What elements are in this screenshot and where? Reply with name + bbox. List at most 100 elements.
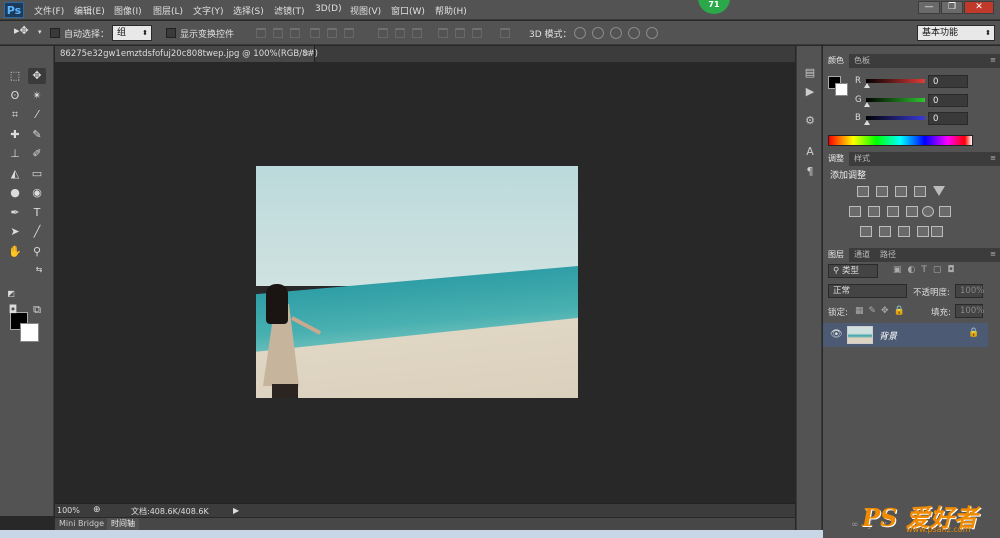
black-white-icon[interactable] [887,206,899,217]
quick-mask-icon[interactable]: ◘ [4,302,22,318]
tab-styles[interactable]: 样式 [849,152,875,166]
zoom-tool-icon[interactable]: ⚲ [28,244,46,260]
align-vcenter-icon[interactable] [273,28,283,38]
selective-color-icon[interactable] [917,226,929,237]
align-hcenter-icon[interactable] [327,28,337,38]
invert-icon[interactable] [860,226,872,237]
scale-3d-icon[interactable] [646,27,658,39]
tab-mini-bridge[interactable]: Mini Bridge [55,518,108,530]
menu-edit[interactable]: 编辑(E) [74,4,105,17]
slider-handle-icon[interactable] [864,83,870,88]
threshold-icon[interactable] [898,226,910,237]
tool-preset-chevron-icon[interactable]: ▾ [38,28,42,36]
color-bg-swatch[interactable] [835,83,848,96]
align-left-icon[interactable] [310,28,320,38]
layer-filter-dropdown[interactable]: ⚲ 类型 [828,264,878,278]
pan-3d-icon[interactable] [610,27,622,39]
menu-select[interactable]: 选择(S) [233,4,264,17]
blur-tool-icon[interactable]: ● [6,185,24,201]
menu-file[interactable]: 文件(F) [34,4,64,17]
tab-paths[interactable]: 路径 [875,248,901,262]
character-panel-icon[interactable]: A [803,145,817,159]
tab-layers[interactable]: 图层 [823,248,849,262]
blend-mode-dropdown[interactable]: 正常 [828,284,907,298]
color-balance-icon[interactable] [868,206,880,217]
path-selection-tool-icon[interactable]: ➤ [6,224,24,240]
tab-channels[interactable]: 通道 [849,248,875,262]
line-tool-icon[interactable]: ╱ [28,224,46,240]
paragraph-panel-icon[interactable]: ¶ [803,165,817,179]
exposure-icon[interactable] [914,186,926,197]
background-color-swatch[interactable] [20,323,39,342]
document-image[interactable] [256,166,578,398]
panel-menu-icon[interactable]: ≡ [990,250,996,258]
roll-3d-icon[interactable] [592,27,604,39]
tab-color[interactable]: 颜色 [823,54,849,68]
color-lookup-icon[interactable] [939,206,951,217]
crop-tool-icon[interactable]: ⌗ [6,107,24,123]
lock-options-icons[interactable]: ▦✎✥🔒 [855,306,910,316]
status-info-icon[interactable]: ⊕ [93,505,101,515]
history-panel-icon[interactable]: ▤ [803,66,817,80]
eye-icon[interactable]: 👁 [830,329,843,340]
pen-tool-icon[interactable]: ✒ [6,205,24,221]
layer-filter-type-icons[interactable]: ▣◐T▢◘ [893,265,960,275]
tab-swatches[interactable]: 色板 [849,54,875,68]
rotate-3d-icon[interactable] [574,27,586,39]
menu-layer[interactable]: 图层(L) [153,4,183,17]
distribute-right-icon[interactable] [472,28,482,38]
brush-tool-icon[interactable]: ✎ [28,127,46,143]
slider-handle-icon[interactable] [864,102,870,107]
menu-filter[interactable]: 滤镜(T) [274,4,305,17]
zoom-level[interactable]: 100% [57,506,80,515]
gradient-map-icon[interactable] [931,226,943,237]
properties-panel-icon[interactable]: ⚙ [803,114,817,128]
actions-panel-icon[interactable]: ▶ [803,85,817,99]
slide-3d-icon[interactable] [628,27,640,39]
close-button[interactable]: ✕ [964,1,994,14]
clone-stamp-tool-icon[interactable]: ⊥ [6,146,24,162]
magic-wand-tool-icon[interactable]: ✴ [28,88,46,104]
eraser-tool-icon[interactable]: ◭ [6,166,24,182]
channel-r-slider[interactable] [866,79,925,83]
panel-menu-icon[interactable]: ≡ [990,154,996,162]
type-tool-icon[interactable]: T [28,205,46,221]
screen-mode-icon[interactable]: ⧉ [28,302,46,318]
status-menu-arrow-icon[interactable]: ▶ [233,506,239,515]
auto-select-checkbox[interactable] [50,28,60,38]
close-icon[interactable]: × [302,46,310,62]
swap-colors-icon[interactable]: ⇆ [30,262,48,278]
default-colors-icon[interactable]: ◩ [2,286,20,302]
lasso-tool-icon[interactable]: ʘ [6,88,24,104]
photo-filter-icon[interactable] [906,206,918,217]
panel-menu-icon[interactable]: ≡ [990,56,996,64]
gradient-tool-icon[interactable]: ▭ [28,166,46,182]
minimize-button[interactable]: — [918,1,940,14]
menu-help[interactable]: 帮助(H) [435,4,467,17]
distribute-bottom-icon[interactable] [412,28,422,38]
move-tool-icon[interactable]: ▸✥ [14,24,29,37]
posterize-icon[interactable] [879,226,891,237]
opacity-input[interactable]: 100% [955,284,984,298]
maximize-button[interactable]: ❐ [941,1,963,14]
eyedropper-tool-icon[interactable]: ⁄ [28,107,46,123]
channel-g-input[interactable]: 0 [928,94,968,107]
menu-window[interactable]: 窗口(W) [391,4,425,17]
menu-type[interactable]: 文字(Y) [193,4,224,17]
workspace-dropdown[interactable]: 基本功能 ⬍ [917,25,995,41]
slider-handle-icon[interactable] [864,120,870,125]
auto-select-dropdown[interactable]: 组 ⬍ [112,25,152,41]
marquee-tool-icon[interactable]: ⬚ [6,68,24,84]
channel-b-input[interactable]: 0 [928,112,968,125]
tab-timeline[interactable]: 时间轴 [107,518,139,530]
show-transform-checkbox[interactable] [166,28,176,38]
curves-icon[interactable] [895,186,907,197]
vibrance-icon[interactable] [933,186,945,196]
tab-adjustments[interactable]: 调整 [823,152,849,166]
distribute-left-icon[interactable] [438,28,448,38]
align-bottom-icon[interactable] [290,28,300,38]
move-tool-icon[interactable]: ✥ [28,68,46,84]
brightness-contrast-icon[interactable] [857,186,869,197]
distribute-vcenter-icon[interactable] [395,28,405,38]
channel-b-slider[interactable] [866,116,925,120]
